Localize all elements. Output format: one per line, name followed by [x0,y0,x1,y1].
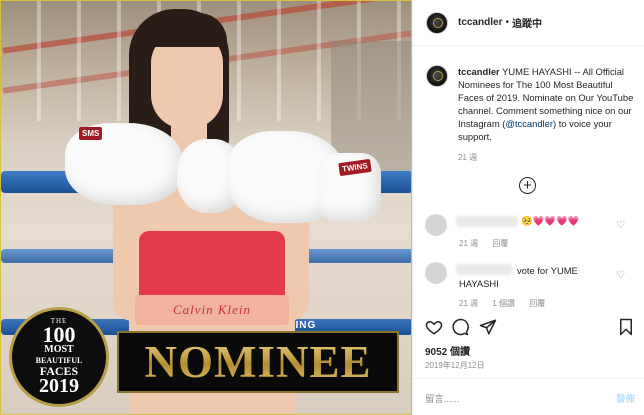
profile-avatar[interactable] [426,11,448,34]
plus-circle-icon[interactable]: + [519,177,536,194]
caption-avatar[interactable] [426,65,448,87]
comment-text-line1: vote for YUME [517,265,578,276]
commenter-avatar[interactable] [425,262,447,284]
comment-icon[interactable] [451,318,469,336]
heart-icon[interactable]: ♡ [616,220,625,231]
bookmark-icon[interactable] [617,318,635,336]
commenter-username[interactable] [456,264,512,275]
caption-timestamp: 21 週 [458,153,478,162]
comment-time: 21 週 [459,239,479,248]
comment-meta: 21 週 1 個讚 回覆 [459,298,557,309]
post-header: tccandler • 追蹤中 [413,0,644,46]
follow-status-button[interactable]: 追蹤中 [512,15,542,30]
glove-label-left: SMS [79,127,103,140]
share-icon[interactable] [479,318,497,336]
comment-input[interactable]: 留言...... [425,391,459,405]
commenter-username[interactable] [456,216,518,227]
reply-button[interactable]: 回覆 [529,299,545,308]
bra-band: Calvin Klein [135,295,289,325]
post-date: 2019年12月12日 [425,361,485,370]
post-comment-button[interactable]: 發佈 [616,391,635,405]
post-photo[interactable]: DA BOXING Calvin Klein SMS TWINS THE 100… [0,0,412,415]
header-username[interactable]: tccandler [458,17,502,28]
comment-composer: 留言...... 發佈 [412,378,644,415]
comment-text-line2: HAYASHI [459,278,499,289]
comment-text: 🥺💗💗💗💗 [521,215,580,226]
comment-time: 21 週 [459,299,479,308]
heart-icon[interactable] [425,318,443,336]
header-separator: • [505,17,509,28]
reply-button[interactable]: 回覆 [492,239,508,248]
comment-likes[interactable]: 1 個讚 [492,299,515,308]
likes-count[interactable]: 9052 個讚 [425,343,470,358]
caption-mention-link[interactable]: @tccandler [505,118,553,129]
award-badge: THE 100 MOST BEAUTIFUL FACES 2019 [9,307,109,407]
comment-meta: 21 週 回覆 [459,238,520,249]
caption: tccandler YUME HAYASHI -- All Official N… [426,65,636,143]
heart-icon[interactable]: ♡ [616,270,625,281]
nominee-banner: NOMINEE [117,331,399,393]
action-bar [425,318,635,338]
caption-username[interactable]: tccandler [458,66,500,77]
commenter-avatar[interactable] [425,214,447,236]
caption-text: tccandler YUME HAYASHI -- All Official N… [458,66,634,142]
